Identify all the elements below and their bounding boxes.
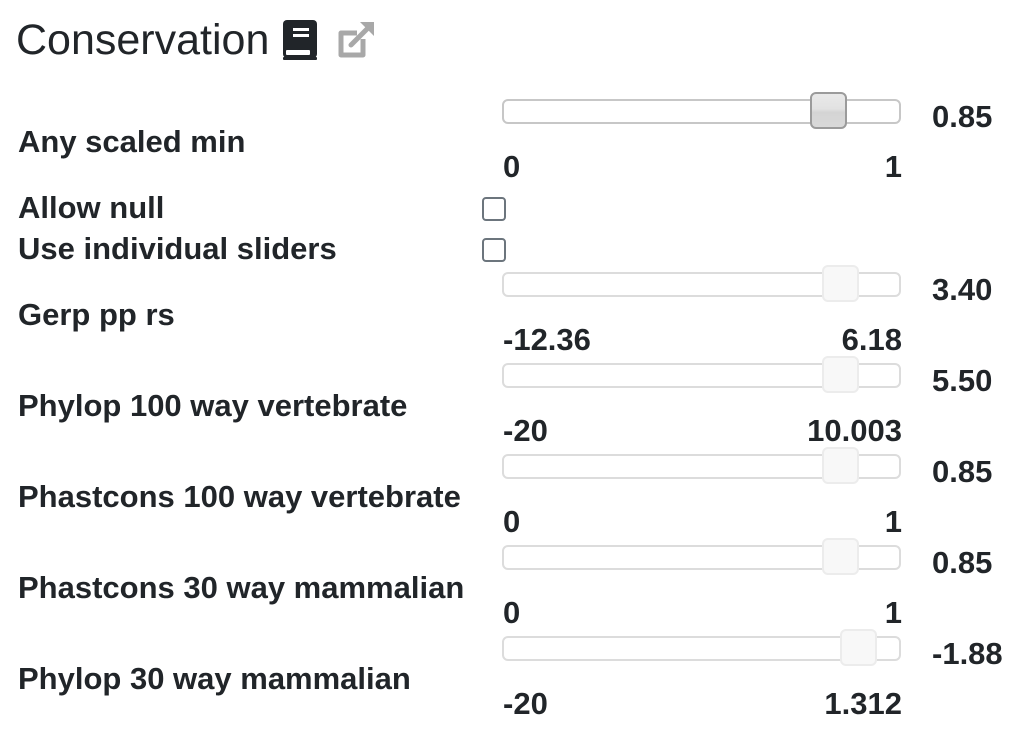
phylop-30-way-mammalian-value: -1.88 [932, 636, 1003, 671]
external-link-icon[interactable] [335, 17, 375, 63]
phastcons-100-way-vertebrate-label: Phastcons 100 way vertebrate [18, 479, 461, 514]
phastcons-30-way-mammalian-max-tick: 1 [884, 595, 902, 630]
phastcons-100-way-vertebrate-slider-thumb[interactable] [822, 447, 859, 484]
phylop-100-way-vertebrate-label: Phylop 100 way vertebrate [18, 388, 408, 423]
phylop-30-way-mammalian-slider-thumb[interactable] [840, 629, 877, 666]
gerp-pp-rs-slider-thumb[interactable] [822, 265, 859, 302]
any-scaled-min-max-tick: 1 [884, 149, 902, 184]
phastcons-30-way-mammalian-value: 0.85 [932, 545, 993, 580]
phylop-100-way-vertebrate-min-tick: -20 [503, 413, 548, 448]
phylop-30-way-mammalian-label: Phylop 30 way mammalian [18, 661, 411, 696]
section-header: Conservation [16, 14, 375, 66]
phylop-100-way-vertebrate-slider-thumb[interactable] [822, 356, 859, 393]
any-scaled-min-label: Any scaled min [18, 124, 246, 159]
use-individual-sliders-checkbox[interactable] [482, 238, 506, 262]
phastcons-100-way-vertebrate-min-tick: 0 [503, 504, 521, 539]
phylop-100-way-vertebrate-max-tick: 10.003 [807, 413, 902, 448]
gerp-pp-rs-value: 3.40 [932, 272, 993, 307]
any-scaled-min-slider-thumb[interactable] [810, 92, 847, 129]
phastcons-30-way-mammalian-min-tick: 0 [503, 595, 521, 630]
phylop-30-way-mammalian-min-tick: -20 [503, 686, 548, 721]
book-icon[interactable] [281, 17, 321, 63]
phastcons-100-way-vertebrate-max-tick: 1 [884, 504, 902, 539]
any-scaled-min-value: 0.85 [932, 99, 993, 134]
gerp-pp-rs-min-tick: -12.36 [503, 322, 591, 357]
gerp-pp-rs-label: Gerp pp rs [18, 297, 175, 332]
phastcons-30-way-mammalian-label: Phastcons 30 way mammalian [18, 570, 465, 605]
phastcons-100-way-vertebrate-value: 0.85 [932, 454, 993, 489]
use-individual-sliders-label: Use individual sliders [18, 231, 337, 266]
conservation-panel: Conservation Any scaled min 0.85 0 1 All… [0, 0, 1019, 734]
allow-null-checkbox[interactable] [482, 197, 506, 221]
phylop-30-way-mammalian-max-tick: 1.312 [824, 686, 902, 721]
allow-null-label: Allow null [18, 190, 165, 225]
section-title: Conservation [16, 16, 270, 64]
any-scaled-min-min-tick: 0 [503, 149, 521, 184]
gerp-pp-rs-max-tick: 6.18 [841, 322, 902, 357]
phastcons-30-way-mammalian-slider-thumb[interactable] [822, 538, 859, 575]
phylop-100-way-vertebrate-value: 5.50 [932, 363, 993, 398]
